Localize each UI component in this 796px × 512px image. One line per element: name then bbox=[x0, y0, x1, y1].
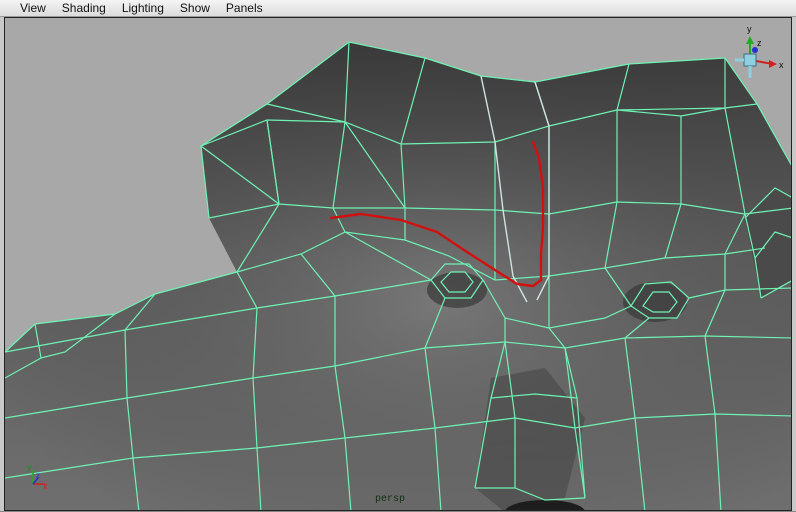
origin-label-z: z bbox=[36, 471, 40, 480]
scene-canvas[interactable]: y z x y z x bbox=[5, 18, 792, 511]
3d-viewport[interactable]: y z x y z x persp bbox=[4, 17, 792, 511]
menu-shading[interactable]: Shading bbox=[54, 0, 114, 17]
menu-view[interactable]: View bbox=[12, 0, 54, 17]
gizmo-label-y: y bbox=[747, 24, 752, 34]
gizmo-cube[interactable] bbox=[743, 53, 757, 67]
menu-lighting[interactable]: Lighting bbox=[114, 0, 172, 17]
viewport-menubar: View Shading Lighting Show Panels bbox=[0, 0, 796, 17]
origin-label-x: x bbox=[43, 481, 48, 491]
gizmo-label-z: z bbox=[757, 38, 762, 48]
menu-panels[interactable]: Panels bbox=[218, 0, 271, 17]
camera-label: persp bbox=[375, 494, 406, 505]
menu-show[interactable]: Show bbox=[172, 0, 218, 17]
gizmo-label-x: x bbox=[779, 60, 784, 70]
origin-label-y: y bbox=[27, 462, 32, 472]
